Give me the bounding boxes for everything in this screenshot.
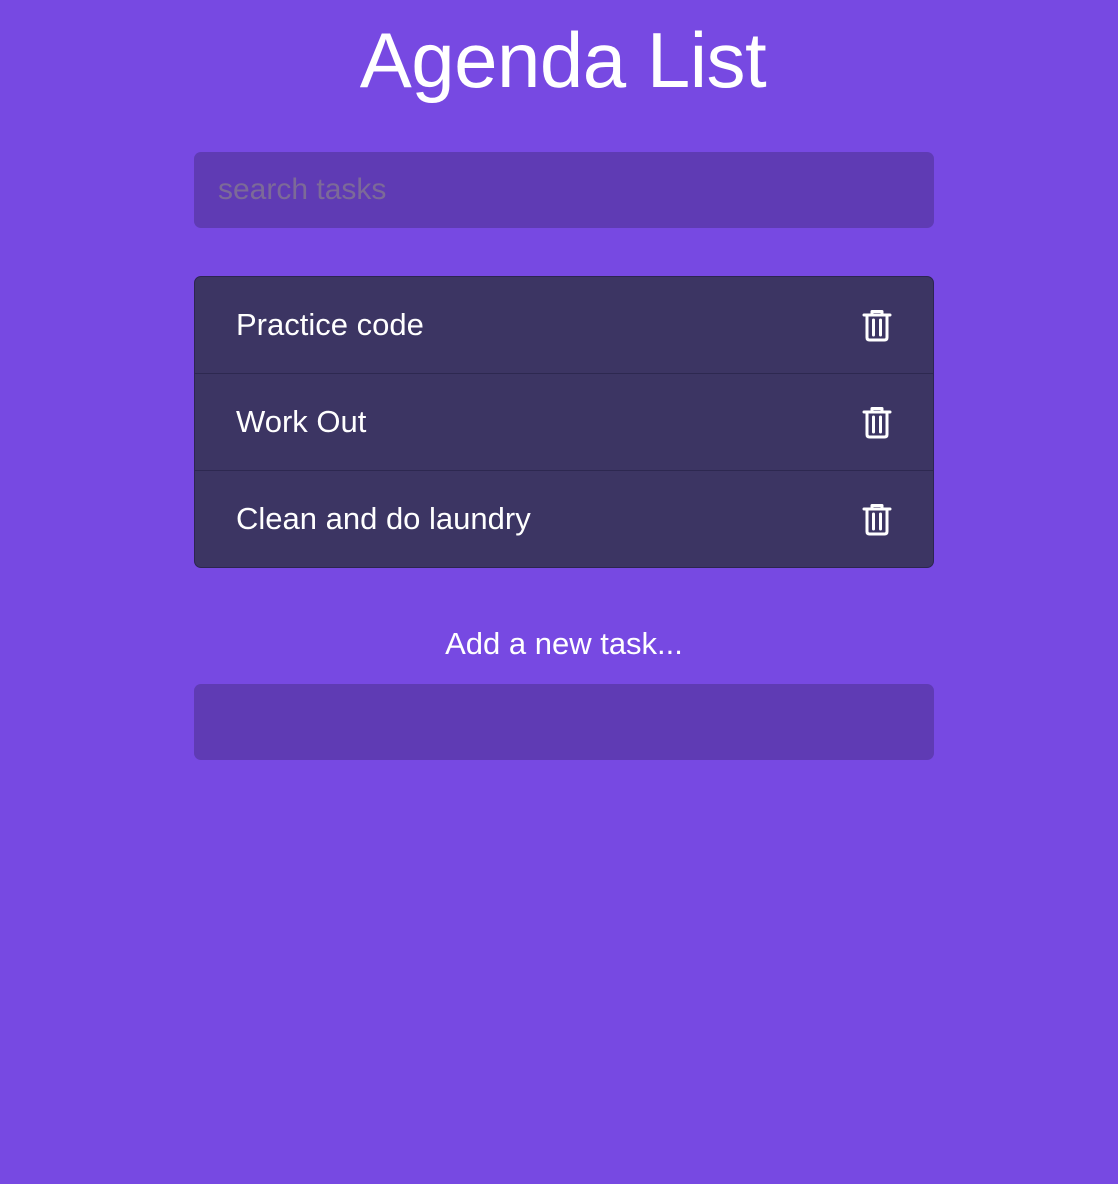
add-task-input[interactable] (194, 684, 934, 760)
task-label: Clean and do laundry (236, 501, 531, 536)
delete-task-button[interactable] (861, 501, 893, 537)
trash-icon (862, 310, 892, 342)
trash-icon (862, 407, 892, 439)
list-item: Practice code (195, 277, 933, 374)
search-input[interactable] (194, 152, 934, 228)
delete-task-button[interactable] (861, 307, 893, 343)
task-label: Practice code (236, 307, 424, 342)
list-item: Work Out (195, 374, 933, 471)
task-list: Practice code Work Out Clean and do laun… (194, 276, 934, 568)
delete-task-button[interactable] (861, 404, 893, 440)
task-label: Work Out (236, 404, 367, 439)
trash-icon (862, 504, 892, 536)
list-item: Clean and do laundry (195, 471, 933, 567)
add-task-label: Add a new task... (445, 626, 683, 661)
page-title: Agenda List (359, 16, 767, 104)
